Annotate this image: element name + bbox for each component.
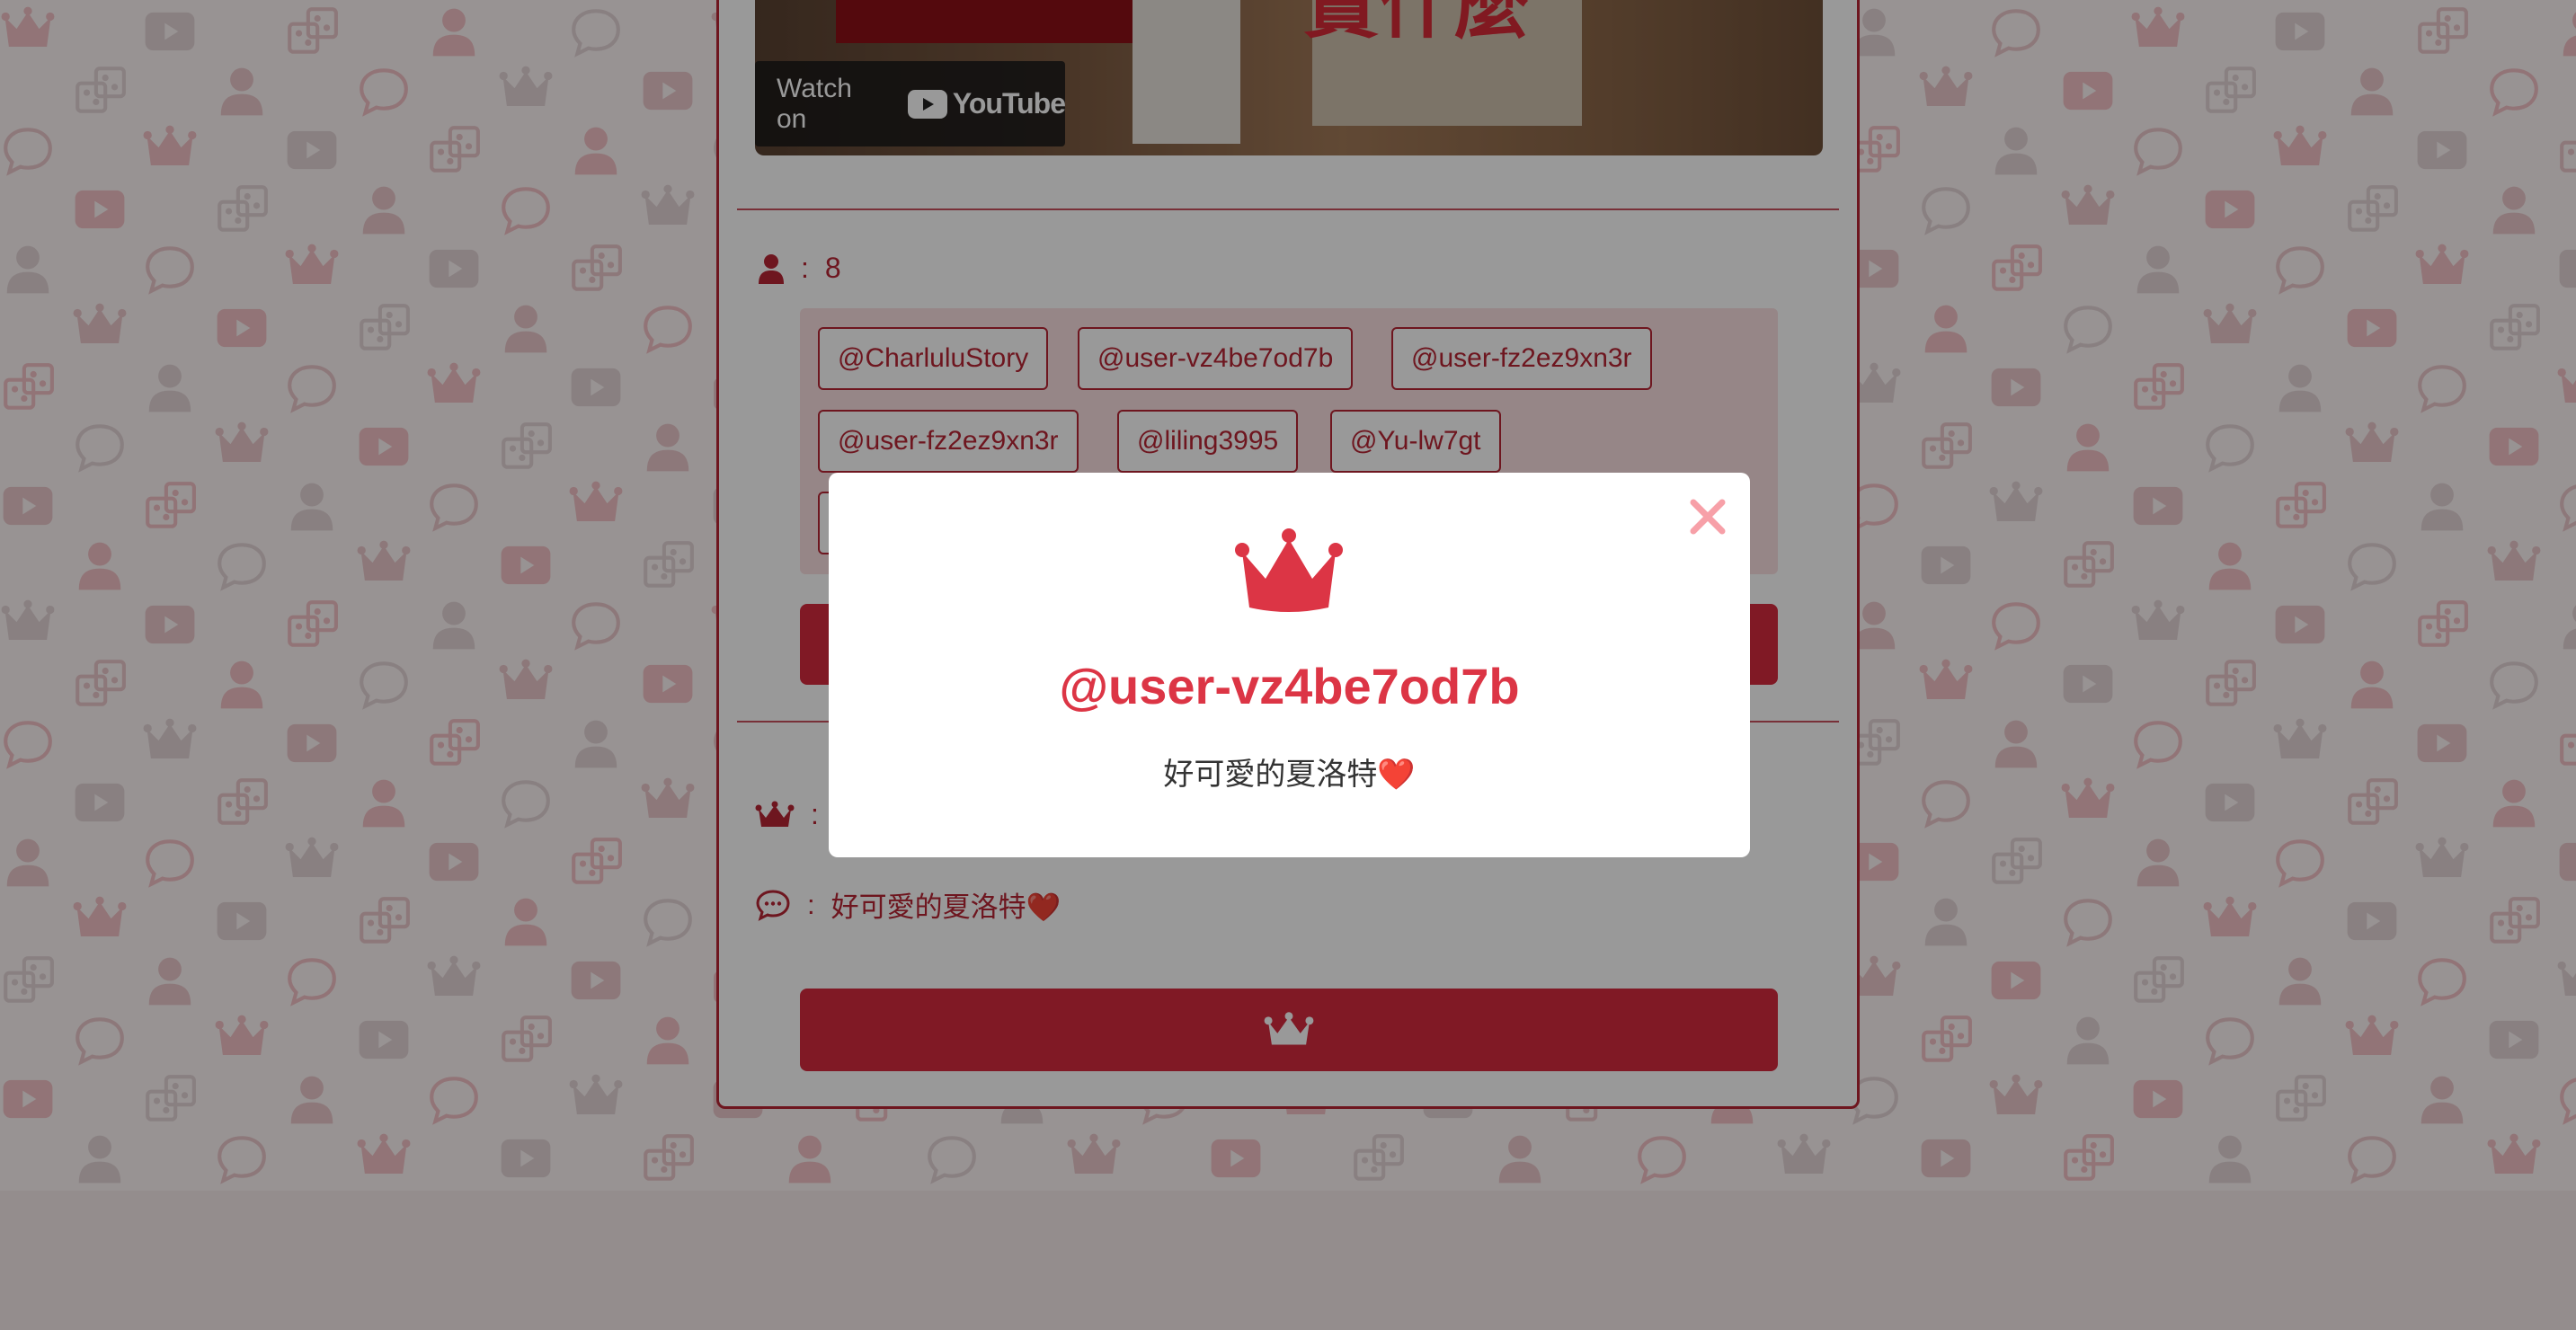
crown-icon	[1235, 528, 1343, 612]
close-icon	[1690, 499, 1726, 535]
winner-comment: 好可愛的夏洛特❤️	[1163, 757, 1416, 793]
winner-modal: @user-vz4be7od7b 好可愛的夏洛特❤️	[829, 473, 1750, 857]
winner-name: @user-vz4be7od7b	[1059, 658, 1520, 714]
close-button[interactable]	[1685, 494, 1730, 539]
